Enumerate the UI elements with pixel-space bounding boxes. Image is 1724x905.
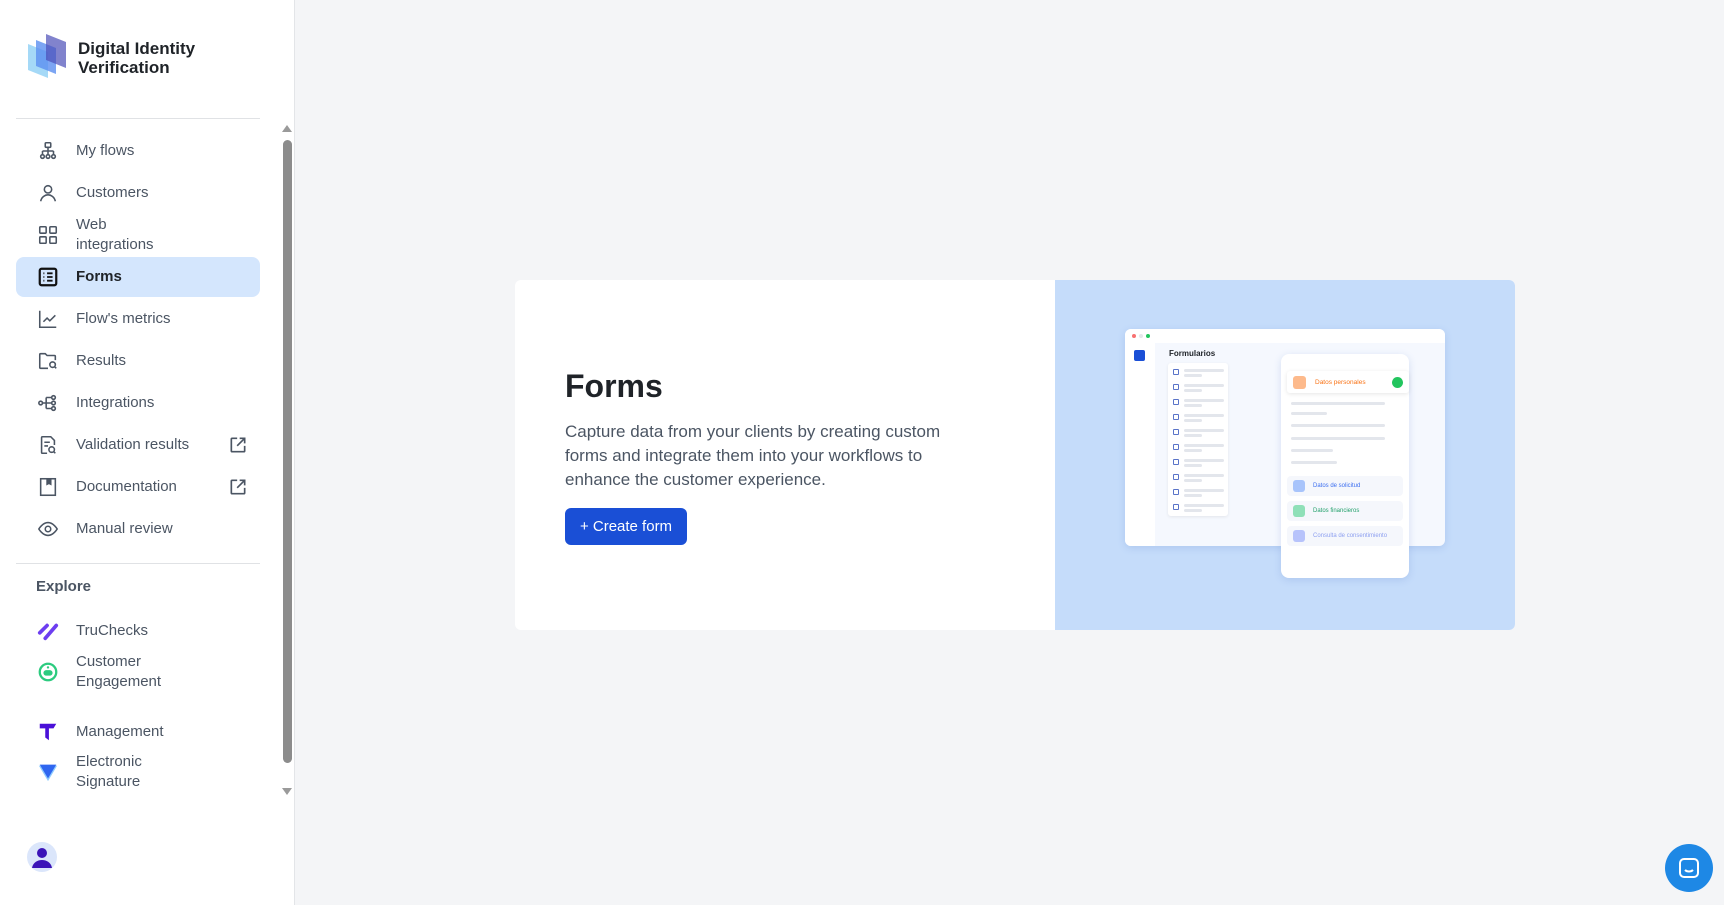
integrations-icon <box>36 391 60 415</box>
chart-line-icon <box>36 307 60 331</box>
create-form-button[interactable]: + Create form <box>565 508 687 545</box>
sidebar-item-label: My flows <box>76 142 135 159</box>
external-link-icon[interactable] <box>228 435 248 455</box>
sidebar-item-label: Flow's metrics <box>76 310 171 327</box>
sidebar-item-validation-results[interactable]: Validation results <box>16 425 260 465</box>
section-label: Consulta de consentimiento <box>1313 533 1388 539</box>
scroll-down-arrow[interactable] <box>282 788 292 795</box>
sitemap-icon <box>36 139 60 163</box>
truchecks-logo-icon <box>36 619 60 643</box>
sidebar-item-label: Results <box>76 352 127 369</box>
signature-triangle-icon <box>36 760 60 784</box>
external-link-icon[interactable] <box>228 477 248 497</box>
eye-icon <box>36 517 60 541</box>
document-search-icon <box>36 433 60 457</box>
sidebar-item-label: Validation results <box>76 436 190 453</box>
chat-launcher-button[interactable] <box>1665 844 1713 892</box>
sidebar-item-customers[interactable]: Customers <box>16 173 260 213</box>
section-label: Datos de solicitud <box>1313 483 1361 489</box>
user-icon <box>32 848 52 868</box>
sidebar-item-truchecks[interactable]: TruChecks <box>16 611 260 651</box>
management-logo-icon <box>36 720 60 744</box>
sidebar-item-my-flows[interactable]: My flows <box>16 131 260 171</box>
chat-icon <box>1679 858 1699 878</box>
sidebar-item-forms[interactable]: Forms <box>16 257 260 297</box>
sidebar-item-label: Management <box>76 723 164 740</box>
sidebar-item-label: Forms <box>76 268 122 285</box>
sidebar-item-documentation[interactable]: Documentation <box>16 467 260 507</box>
page-description: Capture data from your clients by creati… <box>565 422 941 489</box>
explore-heading: Explore <box>36 578 92 595</box>
scroll-up-arrow[interactable] <box>282 125 292 132</box>
sidebar: Digital Identity Verification My flows Cu… <box>0 0 295 905</box>
section-label: Datos personales <box>1315 378 1366 386</box>
sidebar-item-electronic-signature[interactable]: Electronic Signature <box>16 752 260 792</box>
illustration-form-panel: Datos personales Datos de solicitud Dato… <box>1281 354 1409 578</box>
sidebar-item-management[interactable]: Management <box>16 712 260 752</box>
app-title: Digital Identity Verification <box>78 39 196 77</box>
sidebar-item-label: Customer Engagement <box>76 653 162 690</box>
app-logo <box>28 34 66 78</box>
book-icon <box>36 475 60 499</box>
sidebar-item-label: Manual review <box>76 520 173 537</box>
sidebar-item-web-integrations[interactable]: Web integrations <box>16 215 260 255</box>
section-label: Datos financieros <box>1313 508 1360 514</box>
sidebar-item-label: Integrations <box>76 394 155 411</box>
sidebar-item-flow-s-metrics[interactable]: Flow's metrics <box>16 299 260 339</box>
chat-bot-icon <box>36 660 60 684</box>
sidebar-item-label: TruChecks <box>76 622 148 639</box>
sidebar-item-label: Customers <box>76 184 149 201</box>
sidebar-item-integrations[interactable]: Integrations <box>16 383 260 423</box>
grid-icon <box>36 223 60 247</box>
user-icon <box>36 181 60 205</box>
illustration-window-title: Formularios <box>1169 349 1216 358</box>
user-avatar[interactable] <box>27 842 57 872</box>
divider <box>16 563 260 564</box>
sidebar-item-label: Documentation <box>76 478 177 495</box>
sidebar-item-results[interactable]: Results <box>16 341 260 381</box>
sidebar-item-manual-review[interactable]: Manual review <box>16 509 260 549</box>
divider <box>16 118 260 119</box>
page-title: Forms <box>565 368 663 404</box>
sidebar-item-customer-engagement[interactable]: Customer Engagement <box>16 652 260 692</box>
form-list-icon <box>36 265 60 289</box>
forms-intro-card: Forms Capture data from your clients by … <box>515 280 1515 630</box>
folder-search-icon <box>36 349 60 373</box>
sidebar-scrollbar[interactable] <box>283 140 292 763</box>
sidebar-item-label: Electronic Signature <box>76 753 142 790</box>
sidebar-item-label: Web integrations <box>76 216 154 253</box>
